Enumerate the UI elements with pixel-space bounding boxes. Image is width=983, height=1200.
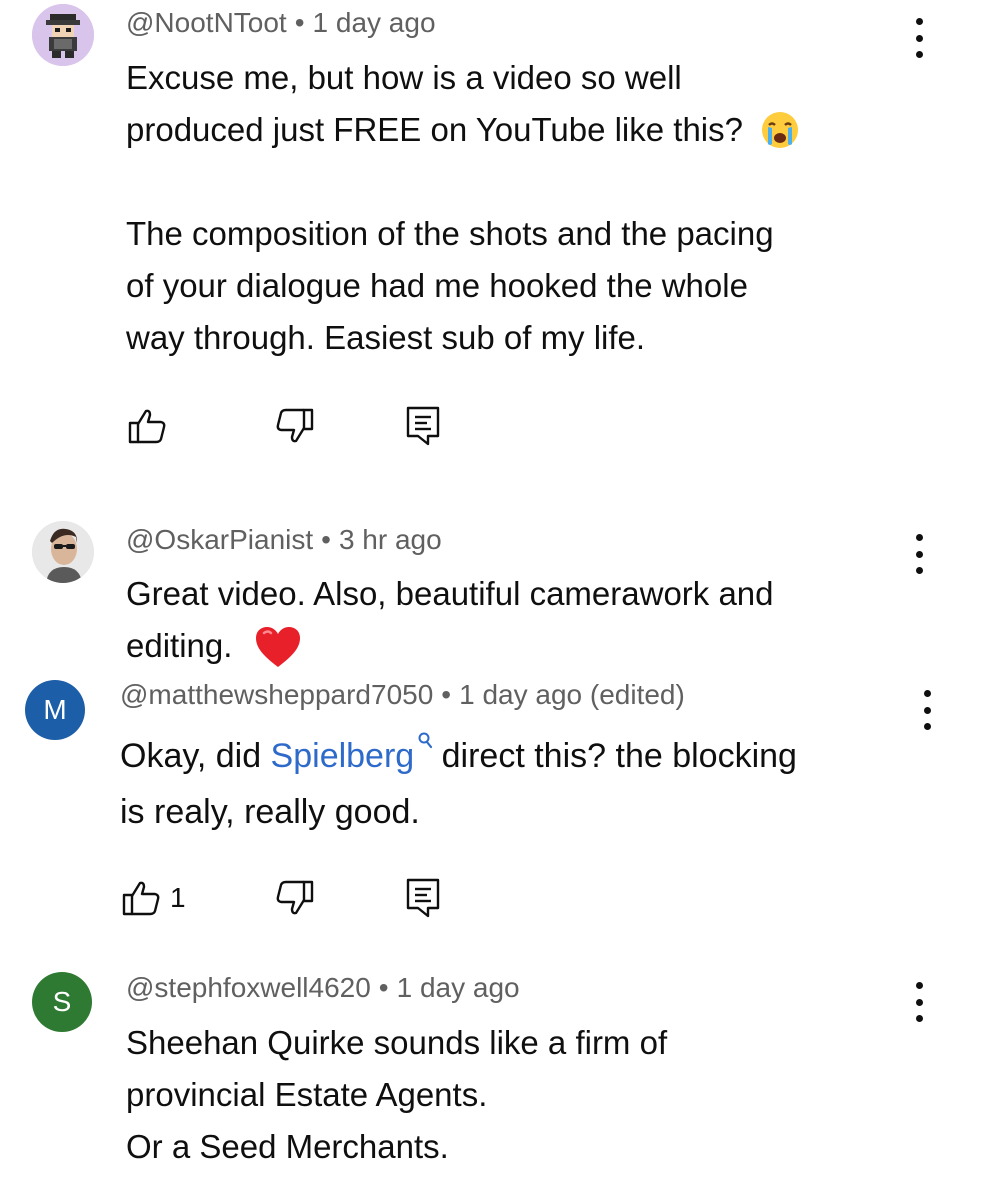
red-heart-emoji-icon (255, 627, 300, 667)
pixel-character-avatar-image (32, 4, 94, 66)
avatar-letter: S (52, 986, 72, 1017)
comment-line: is realy, really good. (120, 793, 420, 831)
author-name[interactable]: @matthewsheppard7050 (120, 679, 433, 710)
comment-text: Great video. Also, beautiful camerawork … (126, 568, 774, 672)
like-icon[interactable] (128, 408, 166, 444)
comment-line-with-emoji: produced just FREE on YouTube like this? (126, 104, 800, 156)
more-options-icon[interactable] (912, 982, 926, 1022)
comment-line: Or a Seed Merchants. (126, 1128, 449, 1165)
text-segment: direct this? the blocking (432, 737, 797, 775)
meta-separator: • (294, 7, 305, 38)
avatar-matthewsheppard[interactable]: M (25, 680, 85, 740)
avatar-nootntoot[interactable] (32, 4, 94, 66)
search-link-spielberg[interactable]: Spielberg (271, 737, 415, 775)
comment-meta: @NootNToot • 1 day ago (126, 7, 436, 39)
comment-line: of your dialogue had me hooked the whole (126, 267, 748, 304)
comment-line: Great video. Also, beautiful camerawork … (126, 575, 774, 612)
comment-line: editing. (126, 627, 233, 664)
timestamp: 3 hr ago (338, 524, 442, 555)
author-name[interactable]: @NootNToot (126, 7, 287, 38)
comment-line: way through. Easiest sub of my life. (126, 319, 646, 356)
timestamp: 1 day ago (edited) (459, 679, 685, 710)
like-count: 1 (170, 882, 186, 913)
avatar-stephfoxwell[interactable]: S (32, 972, 92, 1032)
comment-line: provincial Estate Agents. (126, 1076, 488, 1113)
author-name[interactable]: @stephfoxwell4620 (126, 972, 371, 1003)
comment-text: Okay, did Spielberg direct this? the blo… (120, 728, 797, 840)
text-segment: Okay, did (120, 737, 271, 775)
avatar-oskarpianist[interactable] (32, 521, 94, 583)
reply-icon[interactable] (406, 406, 440, 446)
comment-line: Excuse me, but how is a video so well (126, 59, 682, 96)
like-icon[interactable] (122, 880, 160, 916)
meta-separator: • (378, 972, 389, 1003)
search-icon[interactable] (418, 732, 433, 750)
crying-face-emoji-icon (762, 112, 799, 148)
more-options-icon[interactable] (912, 534, 926, 574)
meta-separator: • (321, 524, 331, 555)
timestamp: 1 day ago (396, 972, 520, 1003)
comment-line: Sheehan Quirke sounds like a firm of (126, 1024, 668, 1061)
more-options-icon[interactable] (912, 18, 926, 58)
more-options-icon[interactable] (920, 690, 934, 730)
reply-icon[interactable] (406, 878, 440, 918)
timestamp: 1 day ago (312, 7, 436, 38)
comment-line: produced just FREE on YouTube like this? (126, 111, 743, 148)
dislike-icon[interactable] (274, 408, 314, 444)
comment-line: The composition of the shots and the pac… (126, 215, 774, 252)
meta-separator: • (441, 679, 452, 710)
comment-text: Sheehan Quirke sounds like a firm of pro… (126, 1017, 667, 1173)
dislike-icon[interactable] (274, 880, 314, 916)
profile-photo-image (32, 521, 94, 583)
comment-meta: @matthewsheppard7050 • 1 day ago (edited) (120, 679, 685, 711)
comment-meta: @stephfoxwell4620 • 1 day ago (126, 972, 520, 1004)
avatar-letter: M (43, 694, 67, 725)
comment-meta: @OskarPianist • 3 hr ago (126, 524, 442, 556)
comment-text: Excuse me, but how is a video so well pr… (126, 52, 800, 364)
comment-line: Okay, did Spielberg direct this? the blo… (120, 728, 797, 784)
comment-line-with-emoji: editing. (126, 620, 774, 672)
author-name[interactable]: @OskarPianist (126, 524, 313, 555)
